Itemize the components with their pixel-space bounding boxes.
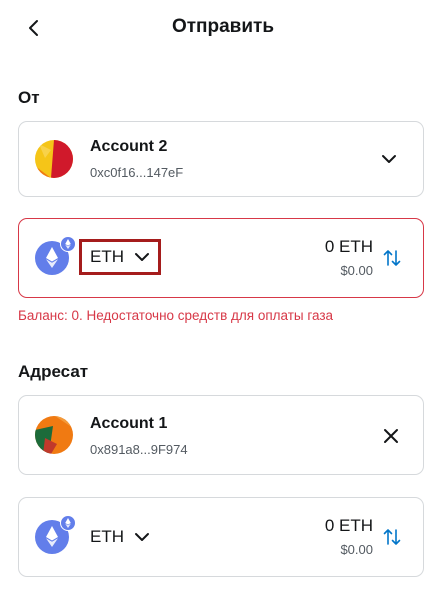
from-token-select[interactable]: ETH bbox=[79, 239, 161, 275]
recipient-account-name: Account 1 bbox=[90, 415, 168, 432]
from-label: От bbox=[18, 88, 40, 107]
from-asset-card: ETH 0 ETH $0.00 bbox=[18, 218, 424, 298]
recipient-fiat-value: $0.00 bbox=[340, 542, 373, 557]
account-1-avatar bbox=[35, 416, 73, 454]
from-token-symbol: ETH bbox=[90, 247, 124, 266]
recipient-swap-currency-button[interactable] bbox=[381, 526, 403, 548]
recipient-token-select[interactable]: ETH bbox=[82, 519, 158, 555]
recipient-asset-card: ETH 0 ETH $0.00 bbox=[18, 497, 424, 577]
insufficient-funds-error: Баланс: 0. Недостаточно средств для опла… bbox=[18, 308, 334, 323]
recipient-account-card: Account 1 0x891a8...9F974 bbox=[18, 395, 424, 475]
recipient-label: Адресат bbox=[18, 362, 89, 381]
account-2-avatar bbox=[35, 140, 73, 178]
recipient-amount[interactable]: 0 ETH bbox=[325, 516, 373, 536]
chevron-down-icon bbox=[135, 253, 149, 261]
recipient-account-address: 0x891a8...9F974 bbox=[90, 442, 188, 457]
header: Отправить bbox=[0, 0, 446, 56]
eth-network-badge-icon bbox=[60, 236, 76, 252]
swap-vertical-icon bbox=[383, 529, 401, 545]
swap-vertical-icon bbox=[383, 250, 401, 266]
from-fiat-value: $0.00 bbox=[340, 263, 373, 278]
page-title: Отправить bbox=[171, 16, 275, 37]
from-swap-currency-button[interactable] bbox=[381, 247, 403, 269]
from-account-name: Account 2 bbox=[90, 138, 168, 155]
from-amount[interactable]: 0 ETH bbox=[325, 237, 373, 257]
clear-recipient-button[interactable] bbox=[379, 424, 403, 448]
from-account-card[interactable]: Account 2 0xc0f16...147eF bbox=[18, 121, 424, 197]
eth-network-badge-icon bbox=[60, 515, 76, 531]
recipient-token-symbol: ETH bbox=[90, 527, 124, 546]
chevron-down-icon bbox=[382, 155, 396, 163]
from-account-address: 0xc0f16...147eF bbox=[90, 165, 184, 180]
from-account-dropdown-button[interactable] bbox=[377, 147, 401, 171]
close-icon bbox=[384, 429, 398, 443]
chevron-down-icon bbox=[135, 533, 149, 541]
